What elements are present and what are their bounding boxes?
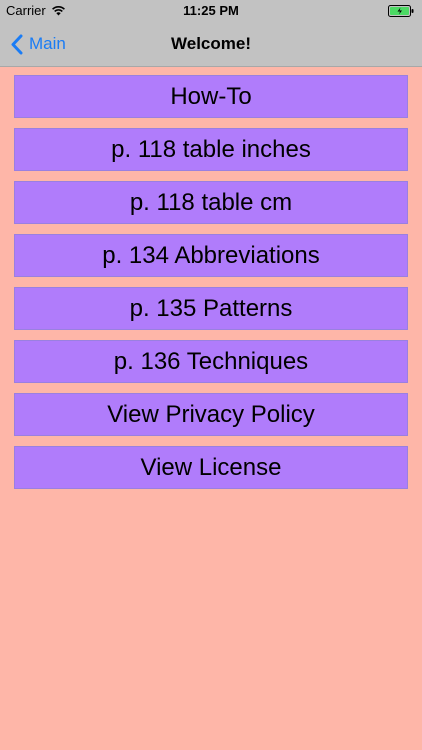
table-cm-button[interactable]: p. 118 table cm [14, 181, 408, 224]
techniques-button[interactable]: p. 136 Techniques [14, 340, 408, 383]
status-time: 11:25 PM [183, 3, 239, 18]
patterns-button[interactable]: p. 135 Patterns [14, 287, 408, 330]
battery-charging-icon [388, 5, 414, 17]
navigation-bar: Main Welcome! [0, 22, 422, 67]
menu-list: How-To p. 118 table inches p. 118 table … [14, 75, 408, 499]
license-button[interactable]: View License [14, 446, 408, 489]
back-button-label: Main [29, 34, 66, 53]
privacy-policy-button[interactable]: View Privacy Policy [14, 393, 408, 436]
abbreviations-button[interactable]: p. 134 Abbreviations [14, 234, 408, 277]
table-inches-button[interactable]: p. 118 table inches [14, 128, 408, 171]
main-content: How-To p. 118 table inches p. 118 table … [0, 67, 422, 750]
status-bar: Carrier 11:25 PM [0, 0, 422, 22]
chevron-left-icon [11, 34, 23, 54]
back-button[interactable]: Main [10, 22, 66, 66]
how-to-button[interactable]: How-To [14, 75, 408, 118]
